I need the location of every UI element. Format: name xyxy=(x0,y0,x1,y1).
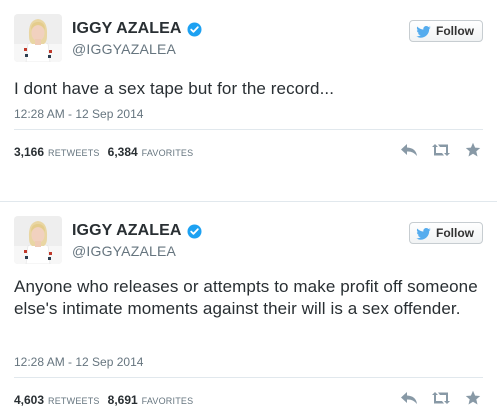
retweets-label: RETWEETS xyxy=(48,148,100,158)
display-name[interactable]: IGGY AZALEA xyxy=(72,20,182,38)
reply-icon[interactable] xyxy=(399,141,419,159)
follow-button[interactable]: Follow xyxy=(409,20,483,42)
retweet-icon[interactable] xyxy=(431,389,451,407)
tweet-actions xyxy=(387,389,483,407)
avatar[interactable] xyxy=(14,14,62,62)
tweet-screenshot-page: IGGY AZALEA @IGGYAZALEA Follow I dont ha… xyxy=(0,0,497,416)
favorite-count[interactable]: 8,691 xyxy=(108,393,138,407)
tweet-stats: 3,166 RETWEETS 6,384 FAVORITES xyxy=(14,145,201,159)
tweet-card: IGGY AZALEA @IGGYAZALEA Follow I dont ha… xyxy=(0,0,497,176)
follow-button-label: Follow xyxy=(436,24,474,38)
verified-badge-icon xyxy=(187,22,202,37)
tweet-stats: 4,603 RETWEETS 8,691 FAVORITES xyxy=(14,393,201,407)
tweet-timestamp[interactable]: 12:28 AM - 12 Sep 2014 xyxy=(14,107,143,121)
follow-button[interactable]: Follow xyxy=(409,222,483,244)
favorite-star-icon[interactable] xyxy=(463,141,483,159)
favorites-label: FAVORITES xyxy=(141,396,194,406)
tweet-text: I dont have a sex tape but for the recor… xyxy=(14,79,335,98)
name-row: IGGY AZALEA xyxy=(72,221,202,241)
twitter-bird-icon xyxy=(416,227,431,240)
avatar[interactable] xyxy=(14,216,62,264)
tweet-separator-gap xyxy=(0,176,497,201)
tweet-card: IGGY AZALEA @IGGYAZALEA Follow Anyone wh… xyxy=(0,201,497,416)
follow-button-label: Follow xyxy=(436,226,474,240)
tweet-text: Anyone who releases or attempts to make … xyxy=(14,277,483,318)
retweet-icon[interactable] xyxy=(431,141,451,159)
favorites-label: FAVORITES xyxy=(141,148,194,158)
retweet-count[interactable]: 4,603 xyxy=(14,393,44,407)
favorite-count[interactable]: 6,384 xyxy=(108,145,138,159)
divider xyxy=(14,129,483,130)
name-row: IGGY AZALEA xyxy=(72,19,202,39)
favorite-star-icon[interactable] xyxy=(463,389,483,407)
twitter-bird-icon xyxy=(416,25,431,38)
reply-icon[interactable] xyxy=(399,389,419,407)
verified-badge-icon xyxy=(187,224,202,239)
divider xyxy=(14,377,483,378)
display-name[interactable]: IGGY AZALEA xyxy=(72,222,182,240)
retweets-label: RETWEETS xyxy=(48,396,100,406)
user-handle[interactable]: @IGGYAZALEA xyxy=(72,41,176,57)
retweet-count[interactable]: 3,166 xyxy=(14,145,44,159)
tweet-actions xyxy=(387,141,483,159)
user-handle[interactable]: @IGGYAZALEA xyxy=(72,243,176,259)
tweet-timestamp[interactable]: 12:28 AM - 12 Sep 2014 xyxy=(14,355,143,369)
